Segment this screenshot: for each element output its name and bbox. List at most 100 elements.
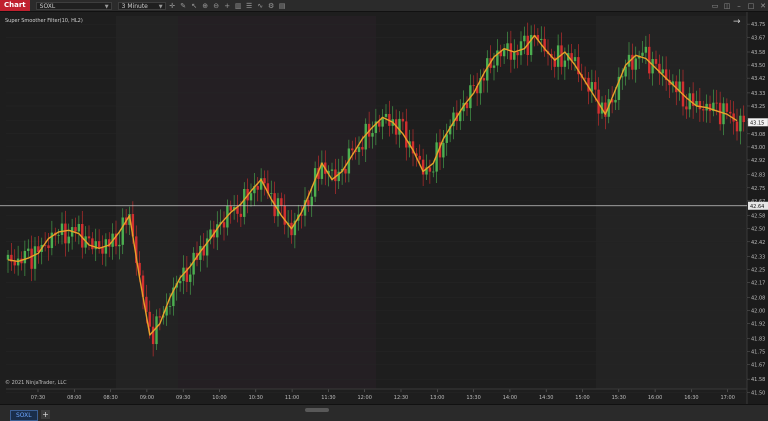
- x-tick-label: 12:00: [357, 395, 371, 401]
- candle-body: [428, 167, 432, 172]
- candle-body: [77, 223, 81, 232]
- y-tick-label: 43.33: [751, 91, 765, 97]
- crosshair-price-label: 42.64: [750, 204, 764, 210]
- x-tick-label: 08:00: [67, 395, 81, 401]
- interval-selector[interactable]: 3 Minute ▼: [117, 1, 166, 10]
- instrument-value: SOXL: [39, 2, 56, 10]
- x-tick-label: 10:30: [249, 395, 263, 401]
- candle-body: [97, 241, 101, 248]
- indicator-label: Super Smoother Filter(10, HL2): [5, 18, 83, 24]
- candle-body: [222, 222, 226, 228]
- x-tick-label: 11:30: [321, 395, 335, 401]
- candle-body: [256, 186, 259, 190]
- y-tick-label: 43.25: [751, 104, 765, 110]
- candle-body: [702, 109, 705, 111]
- candle-body: [502, 49, 506, 57]
- x-tick-label: 09:30: [176, 395, 190, 401]
- candle-body: [371, 132, 374, 137]
- chart-style-icon[interactable]: ▥: [234, 1, 243, 10]
- candle-body: [357, 147, 361, 153]
- candle-body: [384, 113, 388, 117]
- candle-body: [492, 65, 496, 68]
- candle-body: [158, 316, 162, 318]
- y-tick-label: 42.42: [751, 240, 765, 246]
- candle-body: [513, 52, 516, 60]
- candle-body: [729, 111, 732, 114]
- chevron-down-icon: ▼: [104, 3, 109, 10]
- candle-body: [519, 41, 523, 56]
- y-tick-label: 42.50: [751, 227, 765, 233]
- y-tick-label: 41.67: [751, 362, 765, 368]
- zoom-in-icon[interactable]: ⊕: [201, 1, 210, 10]
- candle-body: [708, 103, 712, 112]
- candle-body: [405, 121, 408, 148]
- candle-body: [6, 254, 10, 260]
- candle-body: [516, 52, 519, 56]
- x-tick-label: 15:00: [575, 395, 589, 401]
- x-tick-label: 14:00: [503, 395, 517, 401]
- candle-body: [60, 223, 64, 235]
- zoom-out-icon[interactable]: ⊖: [212, 1, 221, 10]
- x-tick-label: 07:30: [31, 395, 45, 401]
- y-tick-label: 41.92: [751, 322, 765, 328]
- candle-body: [361, 147, 364, 150]
- x-tick-label: 08:30: [103, 395, 117, 401]
- crosshair-icon[interactable]: ✛: [168, 1, 177, 10]
- candle-body: [432, 171, 435, 173]
- indicators-icon[interactable]: ∿: [256, 1, 265, 10]
- y-tick-label: 42.92: [751, 158, 765, 164]
- close-icon[interactable]: ✕: [758, 1, 768, 10]
- instrument-tab[interactable]: SOXL: [10, 410, 38, 421]
- minimize-icon[interactable]: –: [734, 1, 744, 10]
- candle-body: [168, 306, 172, 307]
- chart-toolbar: Chart SOXL ▼ 3 Minute ▼ ✛ ✎ ↖ ⊕ ⊖ + ▥ ☰ …: [0, 0, 768, 12]
- candle-body: [725, 103, 729, 112]
- x-tick-label: 16:30: [684, 395, 698, 401]
- candle-body: [310, 196, 313, 206]
- y-tick-label: 42.25: [751, 268, 765, 274]
- candle-body: [47, 245, 50, 249]
- cursor-icon[interactable]: ↖: [190, 1, 199, 10]
- add-tab-button[interactable]: +: [41, 410, 50, 419]
- interval-value: 3 Minute: [121, 2, 148, 10]
- candle-body: [118, 244, 121, 247]
- candle-body: [351, 148, 354, 151]
- plus-icon[interactable]: +: [223, 1, 232, 10]
- arrow-right-icon: →: [733, 17, 741, 27]
- candle-body: [67, 236, 70, 244]
- candle-body: [573, 57, 577, 62]
- candle-body: [276, 198, 280, 217]
- candle-body: [421, 159, 425, 175]
- candle-body: [742, 115, 745, 123]
- x-tick-label: 16:00: [648, 395, 662, 401]
- candle-body: [229, 205, 232, 211]
- chevron-down-icon: ▼: [158, 3, 163, 10]
- candle-body: [506, 43, 509, 50]
- candle-body: [718, 102, 722, 125]
- properties-icon[interactable]: ☰: [245, 1, 254, 10]
- price-chart[interactable]: 43.7543.6743.5843.5043.4243.3343.2543.16…: [0, 12, 768, 404]
- camera-icon[interactable]: ◫: [722, 1, 732, 10]
- candle-body: [121, 217, 124, 245]
- chart-tab[interactable]: Chart: [0, 0, 30, 11]
- candle-body: [280, 198, 283, 206]
- maximize-icon[interactable]: □: [746, 1, 756, 10]
- candle-body: [641, 52, 644, 56]
- template-icon[interactable]: ▤: [278, 1, 287, 10]
- x-tick-label: 11:00: [285, 395, 299, 401]
- candle-body: [23, 250, 27, 264]
- scroll-handle[interactable]: [305, 408, 329, 412]
- chart-canvas: 43.7543.6743.5843.5043.4243.3343.2543.16…: [0, 12, 768, 404]
- pencil-icon[interactable]: ✎: [179, 1, 188, 10]
- x-tick-label: 17:00: [720, 395, 734, 401]
- candle-body: [735, 121, 739, 132]
- candle-body: [401, 118, 405, 122]
- current-price-label: 43.15: [750, 120, 764, 126]
- y-tick-label: 42.17: [751, 281, 765, 287]
- candle-body: [91, 238, 94, 250]
- x-tick-label: 09:00: [140, 395, 154, 401]
- strategy-icon[interactable]: ⚙: [267, 1, 276, 10]
- window-icon[interactable]: ▭: [710, 1, 720, 10]
- candle-body: [307, 200, 310, 206]
- instrument-selector[interactable]: SOXL ▼: [35, 1, 112, 10]
